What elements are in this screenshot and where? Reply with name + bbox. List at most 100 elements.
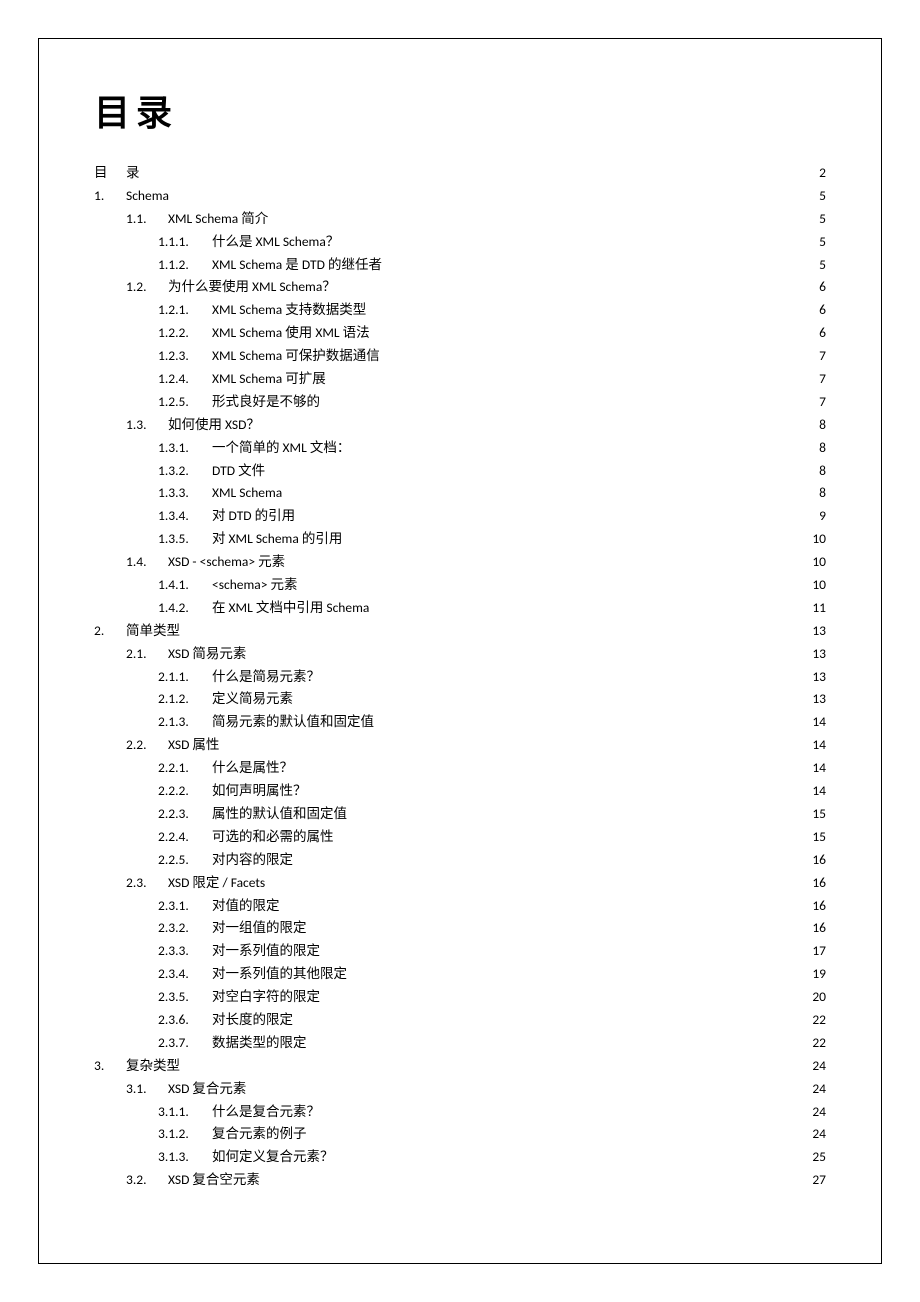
toc-number: 2.2.5. <box>158 853 212 867</box>
toc-entry[interactable]: 目录2 <box>94 166 826 180</box>
toc-number: 2.3.6. <box>158 1013 212 1027</box>
toc-label: 什么是复合元素？ <box>212 1105 320 1119</box>
toc-page-number: 10 <box>806 532 826 546</box>
toc-entry[interactable]: 2.1.1.什么是简易元素？13 <box>94 670 826 684</box>
toc-label: 对 XML Schema 的引用 <box>212 532 342 546</box>
toc-entry[interactable]: 1.2.3.XML Schema 可保护数据通信7 <box>94 349 826 363</box>
toc-entry[interactable]: 2.1.3.简易元素的默认值和固定值14 <box>94 715 826 729</box>
page-title: 目录 <box>94 84 826 136</box>
toc-page-number: 5 <box>806 189 826 203</box>
toc-page-number: 6 <box>806 303 826 317</box>
toc-entry[interactable]: 1.3.如何使用 XSD？8 <box>94 418 826 432</box>
toc-entry[interactable]: 3.1.3.如何定义复合元素？25 <box>94 1150 826 1164</box>
toc-entry[interactable]: 1.2.5.形式良好是不够的7 <box>94 395 826 409</box>
toc-entry[interactable]: 1.Schema5 <box>94 189 826 203</box>
toc-entry[interactable]: 3.1.XSD 复合元素24 <box>94 1082 826 1096</box>
toc-entry[interactable]: 1.1.2.XML Schema 是 DTD 的继任者5 <box>94 258 826 272</box>
toc-label: 简易元素的默认值和固定值 <box>212 715 374 729</box>
toc-page-number: 16 <box>806 853 826 867</box>
toc-entry[interactable]: 1.4.XSD - <schema> 元素10 <box>94 555 826 569</box>
toc-number: 3.1.3. <box>158 1150 212 1164</box>
toc-number: 1.3.5. <box>158 532 212 546</box>
toc-label: 数据类型的限定 <box>212 1036 307 1050</box>
toc-entry[interactable]: 1.3.3.XML Schema8 <box>94 486 826 500</box>
toc-entry[interactable]: 2.3.7.数据类型的限定22 <box>94 1036 826 1050</box>
toc-label: Schema <box>126 189 169 203</box>
toc-entry[interactable]: 1.3.2.DTD 文件 8 <box>94 464 826 478</box>
toc-label: 对值的限定 <box>212 899 280 913</box>
toc-entry[interactable]: 1.2.为什么要使用 XML Schema？6 <box>94 280 826 294</box>
toc-entry[interactable]: 2.1.XSD 简易元素13 <box>94 647 826 661</box>
table-of-contents: 目录21.Schema51.1.XML Schema 简介51.1.1.什么是 … <box>94 166 826 1187</box>
toc-label: 对一系列值的限定 <box>212 944 320 958</box>
toc-page-number: 7 <box>806 349 826 363</box>
toc-label: 定义简易元素 <box>212 692 293 706</box>
toc-page-number: 22 <box>806 1036 826 1050</box>
toc-entry[interactable]: 1.1.XML Schema 简介5 <box>94 212 826 226</box>
toc-label: 对一组值的限定 <box>212 921 307 935</box>
toc-label: XML Schema 可扩展 <box>212 372 326 386</box>
toc-entry[interactable]: 2.3.3.对一系列值的限定17 <box>94 944 826 958</box>
toc-page-number: 8 <box>806 464 826 478</box>
toc-label: 复杂类型 <box>126 1059 180 1073</box>
toc-number: 3.1.1. <box>158 1105 212 1119</box>
toc-label: 一个简单的 XML 文档： <box>212 441 350 455</box>
toc-entry[interactable]: 2.3.2.对一组值的限定16 <box>94 921 826 935</box>
toc-label: 对长度的限定 <box>212 1013 293 1027</box>
toc-label: XML Schema 是 DTD 的继任者 <box>212 258 382 272</box>
toc-number: 2.2. <box>126 738 168 752</box>
toc-page-number: 5 <box>806 212 826 226</box>
toc-page-number: 22 <box>806 1013 826 1027</box>
toc-entry[interactable]: 2.2.XSD 属性14 <box>94 738 826 752</box>
toc-entry[interactable]: 1.2.4.XML Schema 可扩展7 <box>94 372 826 386</box>
toc-page-number: 20 <box>806 990 826 1004</box>
toc-entry[interactable]: 1.3.4.对 DTD 的引用9 <box>94 509 826 523</box>
toc-number: 1.3.2. <box>158 464 212 478</box>
toc-entry[interactable]: 2.2.1.什么是属性？14 <box>94 761 826 775</box>
toc-entry[interactable]: 2.3.4.对一系列值的其他限定19 <box>94 967 826 981</box>
toc-page-number: 13 <box>806 670 826 684</box>
toc-entry[interactable]: 2.2.2.如何声明属性？14 <box>94 784 826 798</box>
toc-number: 2.3.5. <box>158 990 212 1004</box>
toc-entry[interactable]: 3.1.1.什么是复合元素？24 <box>94 1105 826 1119</box>
toc-number: 1.3.4. <box>158 509 212 523</box>
toc-number: 3.1. <box>126 1082 168 1096</box>
toc-number: 2.3.2. <box>158 921 212 935</box>
toc-entry[interactable]: 2.2.5.对内容的限定16 <box>94 853 826 867</box>
toc-entry[interactable]: 1.3.5.对 XML Schema 的引用 10 <box>94 532 826 546</box>
toc-page-number: 24 <box>806 1127 826 1141</box>
toc-entry[interactable]: 2.1.2.定义简易元素13 <box>94 692 826 706</box>
toc-entry[interactable]: 1.1.1.什么是 XML Schema？5 <box>94 235 826 249</box>
toc-entry[interactable]: 3.2.XSD 复合空元素27 <box>94 1173 826 1187</box>
toc-label: <schema> 元素 <box>212 578 298 592</box>
toc-entry[interactable]: 2.3.6.对长度的限定 22 <box>94 1013 826 1027</box>
toc-page-number: 17 <box>806 944 826 958</box>
toc-entry[interactable]: 2.3.XSD 限定 / Facets16 <box>94 876 826 890</box>
toc-number: 2.2.4. <box>158 830 212 844</box>
toc-label: XSD 简易元素 <box>168 647 246 661</box>
toc-entry[interactable]: 1.3.1.一个简单的 XML 文档：8 <box>94 441 826 455</box>
toc-entry[interactable]: 2.3.5.对空白字符的限定 20 <box>94 990 826 1004</box>
toc-label: 对空白字符的限定 <box>212 990 320 1004</box>
toc-label: DTD 文件 <box>212 464 265 478</box>
toc-entry[interactable]: 3.复杂类型24 <box>94 1059 826 1073</box>
toc-entry[interactable]: 1.4.1.<schema> 元素10 <box>94 578 826 592</box>
toc-entry[interactable]: 1.4.2.在 XML 文档中引用 Schema11 <box>94 601 826 615</box>
toc-entry[interactable]: 2.简单类型13 <box>94 624 826 638</box>
page-frame: 目录 目录21.Schema51.1.XML Schema 简介51.1.1.什… <box>38 38 882 1264</box>
toc-number: 2.2.2. <box>158 784 212 798</box>
toc-number: 1.1.2. <box>158 258 212 272</box>
toc-page-number: 10 <box>806 555 826 569</box>
toc-page-number: 16 <box>806 899 826 913</box>
toc-label: 如何使用 XSD？ <box>168 418 260 432</box>
toc-entry[interactable]: 1.2.1.XML Schema 支持数据类型6 <box>94 303 826 317</box>
toc-page-number: 14 <box>806 715 826 729</box>
toc-entry[interactable]: 2.3.1.对值的限定16 <box>94 899 826 913</box>
toc-entry[interactable]: 2.2.3.属性的默认值和固定值15 <box>94 807 826 821</box>
toc-label: XML Schema 支持数据类型 <box>212 303 366 317</box>
toc-entry[interactable]: 1.2.2.XML Schema 使用 XML 语法6 <box>94 326 826 340</box>
toc-entry[interactable]: 3.1.2.复合元素的例子24 <box>94 1127 826 1141</box>
toc-page-number: 7 <box>806 395 826 409</box>
toc-entry[interactable]: 2.2.4.可选的和必需的属性15 <box>94 830 826 844</box>
toc-label: 什么是属性？ <box>212 761 293 775</box>
